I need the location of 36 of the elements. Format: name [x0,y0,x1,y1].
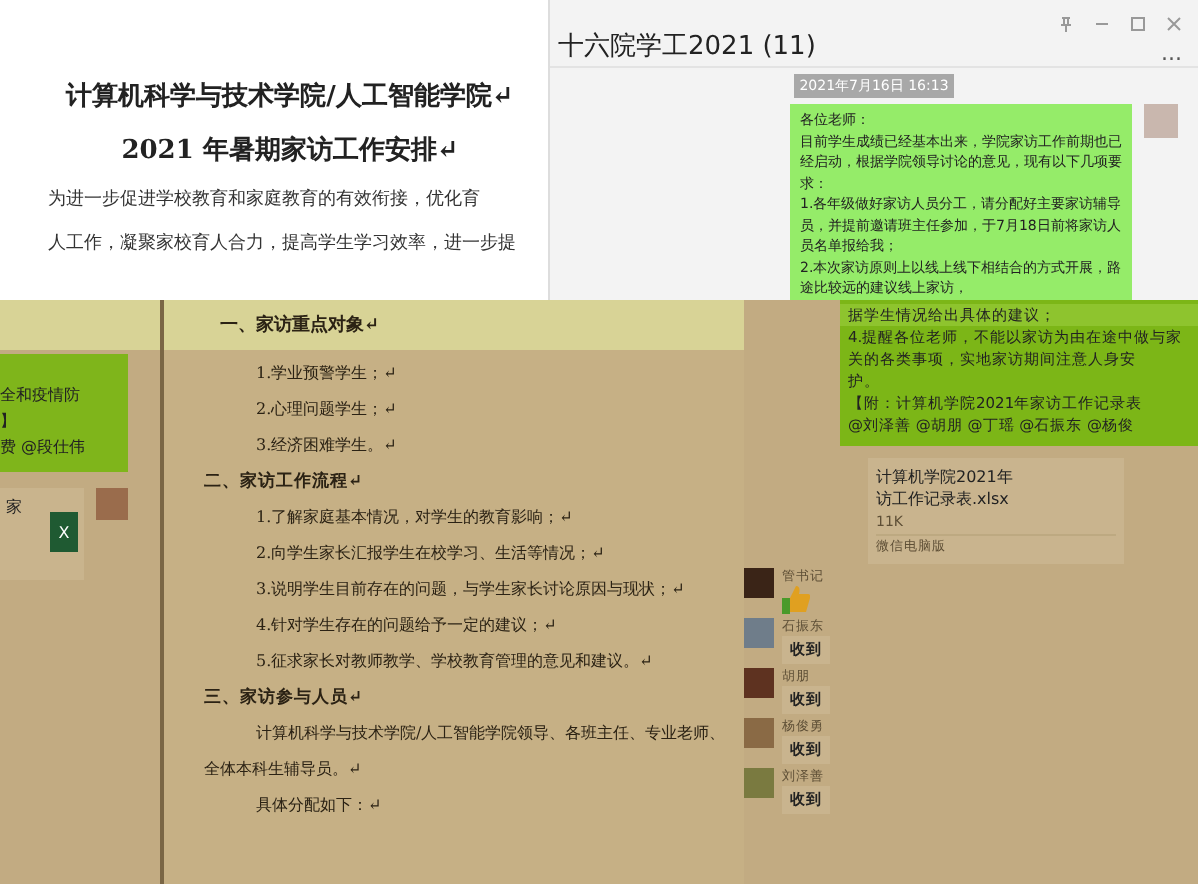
chat-title: 十六院学工2021 (11) [558,30,816,64]
file-name: 计算机学院2021年 [876,466,1015,488]
file-name: 访工作记录表.xlsx [876,488,1011,510]
list-item: 1.了解家庭基本情况，对学生的教育影响；↵ [254,506,575,530]
section-heading: 三、家访参与人员↵ [204,685,365,712]
list-item: 3.说明学生目前存在的问题，与学生家长讨论原因与现状；↵ [254,578,687,602]
avatar [744,568,774,598]
avatar [1144,104,1178,138]
section-heading: 一、家访重点对象↵ [220,312,380,338]
document-title: 2021 年暑期家访工作安排↵ [121,134,459,168]
list-item: 2.心理问题学生；↵ [254,398,399,422]
list-item: 具体分配如下：↵ [254,794,384,818]
avatar [744,618,774,648]
list-item: 计算机科学与技术学院/人工智能学院领导、各班主任、专业老师、全体本科生辅导员。↵ [204,722,728,782]
avatar [744,668,774,698]
paragraph-line: 为进一步促进学校教育和家庭教育的有效衔接，优化育 [48,188,480,212]
file-card[interactable]: 家 X [0,488,84,580]
list-item: 3.经济困难学生。↵ [254,434,399,458]
message-bubble: 全和疫情防 】 费 @段仕伟 [0,354,128,472]
close-icon[interactable] [1166,16,1182,32]
avatar [744,718,774,748]
pin-icon[interactable] [1058,16,1074,32]
list-item: 4.针对学生存在的问题给予一定的建议；↵ [254,614,559,638]
file-name: 家 [6,496,22,520]
avatar [96,488,128,520]
list-item: 2.向学生家长汇报学生在校学习、生活等情况；↵ [254,542,607,566]
list-item: 1.学业预警学生；↵ [254,362,399,386]
more-button[interactable]: ... [1161,40,1182,66]
maximize-icon[interactable] [1130,16,1146,32]
document-title: 计算机科学与技术学院/人工智能学院↵ [66,80,514,114]
thumbs-up-icon [782,586,810,614]
section-heading: 二、家访工作流程↵ [204,469,365,496]
paragraph-line: 人工作，凝聚家校育人合力，提高学生学习效率，进一步提 [48,232,516,256]
list-item: 5.征求家长对教师教学、学校教育管理的意见和建议。↵ [254,650,655,674]
spreadsheet-icon: X [50,512,78,552]
avatar [744,768,774,798]
